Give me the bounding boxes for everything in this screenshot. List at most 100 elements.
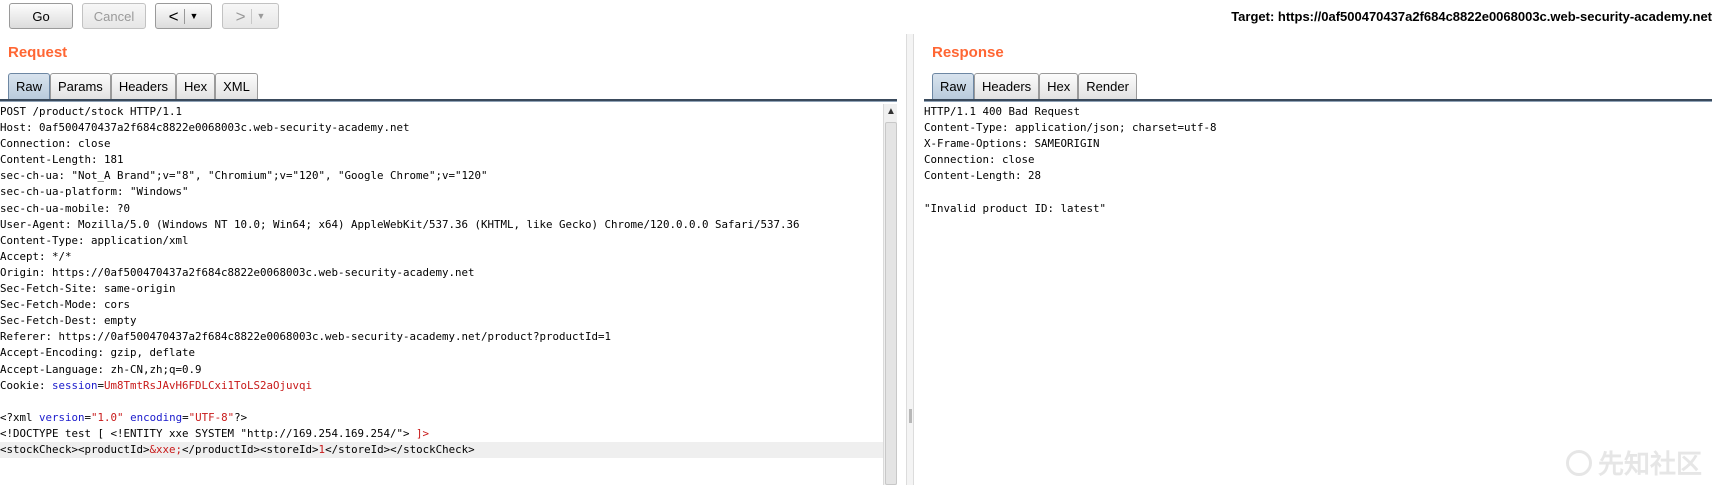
code-token: "1.0" xyxy=(91,410,124,424)
tab-render[interactable]: Render xyxy=(1078,73,1137,99)
request-title: Request xyxy=(8,44,68,61)
code-token: Content-Length: 181 xyxy=(0,153,124,167)
code-line: POST /product/stock HTTP/1.1 xyxy=(0,104,883,120)
code-line: Referer: https://0af500470437a2f684c8822… xyxy=(0,329,883,345)
code-token: Cookie: xyxy=(0,378,53,392)
code-token: <stockCheck><productId> xyxy=(0,442,150,456)
code-token: Sec-Fetch-Mode: cors xyxy=(0,298,131,312)
chevron-down-icon[interactable]: ▼ xyxy=(257,11,266,21)
splitter-grip[interactable] xyxy=(909,409,912,423)
code-line: Accept-Language: zh-CN,zh;q=0.9 xyxy=(0,362,883,378)
forward-arrow-icon: > xyxy=(235,6,246,26)
code-token: Um8TmtRsJAvH6FDLCxi1ToLS2aOjuvqi xyxy=(104,378,313,392)
forward-button[interactable]: > ▼ xyxy=(222,3,279,29)
pane-splitter[interactable] xyxy=(906,34,914,485)
code-token: Content-Type: application/json; charset=… xyxy=(924,121,1217,135)
code-token: HTTP/1.1 400 Bad Request xyxy=(924,105,1081,118)
code-token: encoding xyxy=(130,410,183,424)
response-title: Response xyxy=(932,44,1004,61)
code-token: Origin: https://0af500470437a2f684c8822e… xyxy=(0,265,475,279)
code-token: User-Agent: Mozilla/5.0 (Windows NT 10.0… xyxy=(0,217,800,231)
code-token: ?> xyxy=(234,410,248,424)
code-token: "Invalid product ID: latest" xyxy=(924,201,1107,215)
code-line: sec-ch-ua-platform: "Windows" xyxy=(0,184,883,200)
watermark-text: 先知社区 xyxy=(1597,450,1702,480)
back-button[interactable]: < ▼ xyxy=(155,3,212,29)
tab-hex[interactable]: Hex xyxy=(1039,73,1079,99)
code-line: Content-Type: application/json; charset=… xyxy=(924,120,1712,136)
code-line: Content-Length: 181 xyxy=(0,152,883,168)
code-line: Accept-Encoding: gzip, deflate xyxy=(0,345,883,361)
back-arrow-icon: < xyxy=(168,6,179,26)
code-token: &xxe; xyxy=(149,442,183,456)
code-line: <stockCheck><productId>&xxe;</productId>… xyxy=(0,441,883,459)
code-line: Origin: https://0af500470437a2f684c8822e… xyxy=(0,265,883,281)
code-token: Accept-Language: zh-CN,zh;q=0.9 xyxy=(0,362,202,376)
code-line: X-Frame-Options: SAMEORIGIN xyxy=(924,136,1712,152)
code-token: version xyxy=(39,410,85,424)
code-line: Accept: */* xyxy=(0,249,883,265)
code-line: Cookie: session=Um8TmtRsJAvH6FDLCxi1ToLS… xyxy=(0,378,883,394)
code-line: Content-Type: application/xml xyxy=(0,233,883,249)
code-token: Referer: https://0af500470437a2f684c8822… xyxy=(0,330,612,344)
code-line: Host: 0af500470437a2f684c8822e0068003c.w… xyxy=(0,120,883,136)
tab-headers[interactable]: Headers xyxy=(110,73,176,99)
code-line: User-Agent: Mozilla/5.0 (Windows NT 10.0… xyxy=(0,217,883,233)
code-line: Connection: close xyxy=(0,136,883,152)
tab-raw[interactable]: Raw xyxy=(932,73,975,99)
code-token: Content-Type: application/xml xyxy=(0,233,189,247)
code-token: Host: 0af500470437a2f684c8822e0068003c.w… xyxy=(0,121,410,135)
code-token: X-Frame-Options: SAMEORIGIN xyxy=(924,137,1100,151)
watermark: 先知社区 xyxy=(1565,444,1702,481)
code-token: <?xml xyxy=(0,410,40,424)
tab-headers[interactable]: Headers xyxy=(974,73,1040,99)
cancel-button[interactable]: Cancel xyxy=(82,3,146,29)
button-divider xyxy=(250,8,252,24)
code-token: sec-ch-ua: "Not_A Brand";v="8", "Chromiu… xyxy=(0,169,488,183)
response-tabs: Raw Headers Hex Render xyxy=(932,73,1137,99)
logo-icon xyxy=(1565,449,1592,476)
tab-raw[interactable]: Raw xyxy=(8,73,51,99)
code-line: Sec-Fetch-Dest: empty xyxy=(0,313,883,329)
target-label[interactable]: Target: https://0af500470437a2f684c8822e… xyxy=(1231,9,1712,24)
request-tab-underline xyxy=(0,99,897,102)
code-token: <!DOCTYPE test [ <!ENTITY xxe SYSTEM "ht… xyxy=(0,426,417,440)
code-line: sec-ch-ua-mobile: ?0 xyxy=(0,201,883,217)
scroll-up-icon[interactable]: ▲ xyxy=(886,106,896,117)
code-line: Content-Length: 28 xyxy=(924,168,1712,184)
code-line: Connection: close xyxy=(924,152,1712,168)
code-token: session xyxy=(52,378,98,392)
code-line: HTTP/1.1 400 Bad Request xyxy=(924,104,1712,120)
code-token: sec-ch-ua-platform: "Windows" xyxy=(0,185,189,199)
button-divider xyxy=(183,8,185,24)
scroll-thumb[interactable] xyxy=(885,122,897,485)
chevron-down-icon[interactable]: ▼ xyxy=(190,11,199,21)
code-token: Connection: close xyxy=(924,153,1035,167)
code-token: Accept: */* xyxy=(0,249,72,263)
tab-xml[interactable]: XML xyxy=(215,73,258,99)
code-line: Sec-Fetch-Mode: cors xyxy=(0,297,883,313)
code-line: <!DOCTYPE test [ <!ENTITY xxe SYSTEM "ht… xyxy=(0,426,883,442)
tab-params[interactable]: Params xyxy=(50,73,111,99)
request-tabs: Raw Params Headers Hex XML xyxy=(8,73,258,99)
toolbar: Go Cancel < ▼ > ▼ Target: https://0af500… xyxy=(0,0,1712,34)
code-line: Sec-Fetch-Site: same-origin xyxy=(0,281,883,297)
go-button[interactable]: Go xyxy=(9,3,73,29)
code-token: Sec-Fetch-Site: same-origin xyxy=(0,282,176,296)
code-line: <?xml version="1.0" encoding="UTF-8"?> xyxy=(0,410,883,426)
code-token: ]> xyxy=(416,426,430,440)
code-token: POST /product/stock HTTP/1.1 xyxy=(0,105,183,118)
code-token: Content-Length: 28 xyxy=(924,169,1042,183)
code-line: "Invalid product ID: latest" xyxy=(924,201,1712,217)
code-token: "UTF-8" xyxy=(188,410,235,424)
request-editor[interactable]: POST /product/stock HTTP/1.1 Host: 0af500… xyxy=(0,104,883,485)
tab-hex[interactable]: Hex xyxy=(175,73,216,99)
response-tab-underline xyxy=(924,99,1712,102)
response-editor[interactable]: HTTP/1.1 400 Bad Request Content-Type: ap… xyxy=(924,104,1712,485)
request-scrollbar[interactable]: ▲ xyxy=(883,104,897,485)
code-token: </storeId></stockCheck> xyxy=(325,442,475,456)
code-token: Accept-Encoding: gzip, deflate xyxy=(0,346,196,360)
code-token: </productId><storeId> xyxy=(182,442,319,456)
